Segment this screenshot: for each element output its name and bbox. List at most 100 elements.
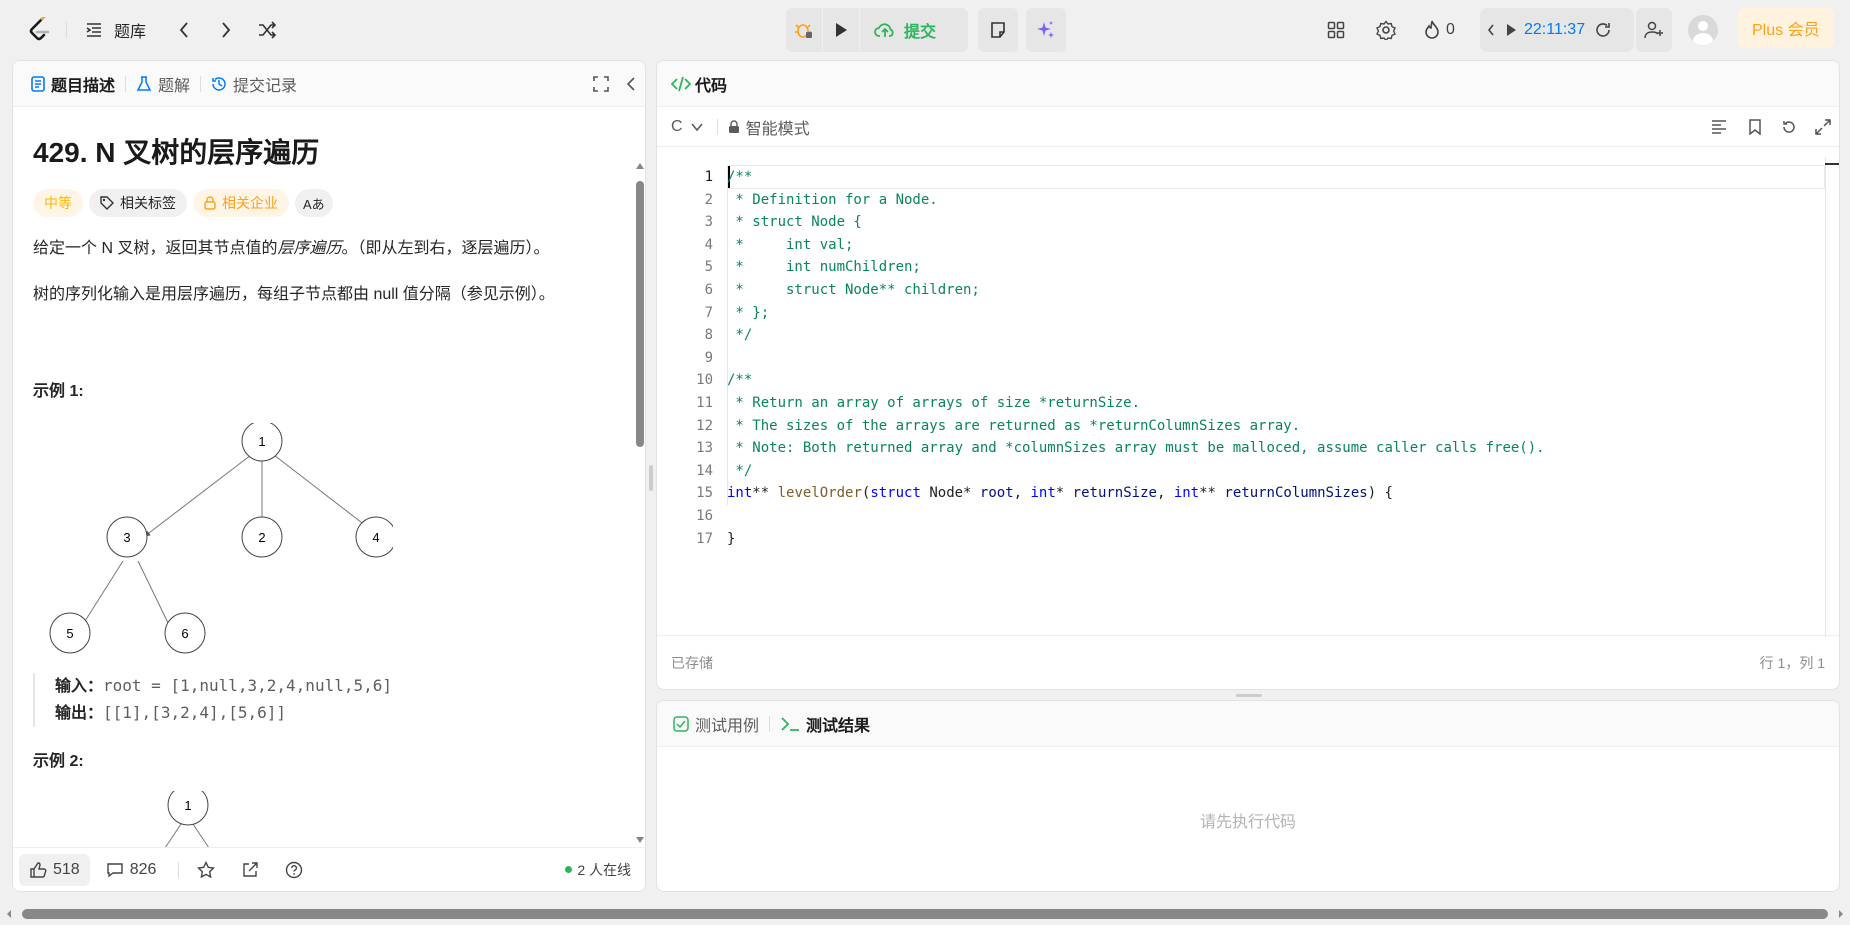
input-value: root = [1,null,3,2,4,null,5,6] (103, 676, 392, 695)
tab-submissions-label: 提交记录 (233, 77, 298, 95)
description-text: 给定一个 N 叉树，返回其节点值的 (33, 240, 278, 257)
timer-display: 22:11:37 (1524, 21, 1586, 38)
thumbs-up-icon (30, 861, 47, 878)
description-paragraph-2: 树的序列化输入是用层序遍历，每组子节点都由 null 值分隔（参见示例）。 (33, 286, 555, 303)
online-dot-icon (565, 866, 573, 873)
add-user-icon (1644, 21, 1663, 39)
tab-test-result[interactable]: 测试结果 (780, 712, 870, 736)
code-line: * struct Node { (727, 214, 862, 231)
undo-icon (1783, 120, 1795, 133)
line-number: 17 (696, 530, 713, 547)
comment-button[interactable]: 826 (106, 861, 156, 879)
chevron-down-icon (690, 122, 703, 131)
line-number: 10 (696, 372, 713, 389)
code-lines: /** * Definition for a Node. * struct No… (727, 166, 1545, 550)
page-horizontal-scrollbar[interactable] (0, 904, 1850, 925)
tab-test-result-label: 测试结果 (806, 717, 871, 735)
tab-solutions[interactable]: 题解 (136, 72, 190, 96)
problem-list-label: 题库 (114, 24, 147, 41)
horizontal-splitter[interactable] (1236, 694, 1262, 697)
leetcode-logo[interactable] (24, 0, 54, 60)
comment-icon (107, 862, 123, 877)
code-icon (671, 76, 691, 91)
layout-grid-icon (1327, 21, 1345, 39)
code-token: struct (870, 485, 921, 502)
example-1-title: 示例 1: (33, 383, 84, 400)
run-button[interactable] (823, 8, 859, 52)
related-companies-label: 相关企业 (222, 195, 278, 211)
question-icon (286, 861, 303, 878)
format-code-button[interactable] (1707, 115, 1731, 139)
collapse-panel-button[interactable] (621, 74, 641, 94)
output-label: 输出： (55, 705, 104, 722)
code-tab-label: 代码 (695, 77, 728, 95)
refresh-icon (1596, 23, 1610, 37)
maximize-editor-button[interactable] (1811, 115, 1835, 139)
related-tags-button[interactable]: 相关标签 (89, 189, 187, 217)
description-scrollbar[interactable] (633, 113, 645, 849)
related-tags-label: 相关标签 (120, 195, 176, 211)
terminal-icon (781, 716, 800, 731)
notes-button[interactable] (978, 8, 1018, 52)
problem-title: 429. N 叉树的层序遍历 (33, 137, 320, 168)
ai-assist-button[interactable] (1026, 8, 1066, 52)
plus-label: Plus 会员 (1752, 22, 1820, 39)
editor-status-bar: 已存储 行 1，列 1 (657, 635, 1839, 689)
star-icon (197, 860, 216, 878)
tab-testcase[interactable]: 测试用例 (673, 712, 759, 736)
tab-submissions[interactable]: 提交记录 (211, 72, 297, 96)
document-icon (31, 75, 45, 92)
streak-counter[interactable]: 0 (1424, 0, 1455, 60)
history-icon (212, 76, 226, 91)
code-line: */ (727, 327, 753, 344)
smart-mode-label: 智能模式 (745, 120, 810, 138)
fullscreen-button[interactable] (591, 74, 611, 94)
code-token: , (1156, 485, 1174, 502)
line-number: 7 (704, 304, 713, 321)
line-number: 2 (704, 191, 713, 208)
tag-row: 中等 相关标签 相关企业 Aあ (33, 189, 623, 217)
tab-code[interactable]: 代码 (671, 72, 727, 96)
line-number: 5 (704, 259, 713, 276)
related-companies-button[interactable]: 相关企业 (193, 189, 289, 217)
random-problem-button[interactable] (254, 0, 280, 60)
tree-node: 4 (372, 530, 379, 545)
problem-list-button[interactable]: 题库 (84, 0, 146, 60)
settings-button[interactable] (1374, 0, 1398, 60)
language-select[interactable]: C (671, 118, 703, 136)
next-problem-button[interactable] (214, 0, 238, 60)
checkbox-icon (673, 715, 689, 732)
code-editor[interactable]: 1 2 3 4 5 6 7 8 9 10 11 12 13 14 15 16 1… (657, 157, 1839, 637)
reset-code-button[interactable] (1777, 115, 1801, 139)
timer-play-button[interactable] (1502, 8, 1520, 52)
timer-collapse-button[interactable] (1480, 8, 1502, 52)
code-token: ) { (1367, 485, 1393, 502)
debug-button[interactable] (786, 8, 822, 52)
favorite-button[interactable] (193, 860, 219, 879)
like-button[interactable]: 518 (19, 853, 90, 886)
submit-button[interactable]: 提交 (860, 8, 950, 52)
line-number: 13 (696, 440, 713, 457)
vertical-splitter[interactable] (649, 465, 653, 491)
smart-mode-toggle[interactable]: 智能模式 (728, 115, 810, 139)
code-token: int (1173, 485, 1200, 502)
translate-button[interactable]: Aあ (295, 189, 333, 217)
avatar[interactable] (1688, 0, 1718, 60)
prev-problem-button[interactable] (172, 0, 196, 60)
line-number: 11 (696, 394, 713, 411)
example-1-tree-image: 1 3 2 4 5 6 (49, 423, 393, 654)
share-button[interactable] (237, 861, 263, 879)
tree-node: 1 (184, 798, 191, 813)
plus-membership-button[interactable]: Plus 会员 (1738, 8, 1834, 48)
help-button[interactable] (281, 861, 307, 879)
invite-friend-button[interactable] (1636, 8, 1672, 52)
line-number: 8 (704, 327, 713, 344)
bookmark-button[interactable] (1743, 115, 1767, 139)
layout-button[interactable] (1324, 0, 1348, 60)
chevron-left-icon (179, 22, 188, 38)
timer-reset-button[interactable] (1589, 8, 1617, 52)
code-token: int (727, 485, 753, 502)
tab-description[interactable]: 题目描述 (31, 72, 115, 96)
result-panel: 测试用例 测试结果 请先执行代码 (656, 700, 1840, 892)
